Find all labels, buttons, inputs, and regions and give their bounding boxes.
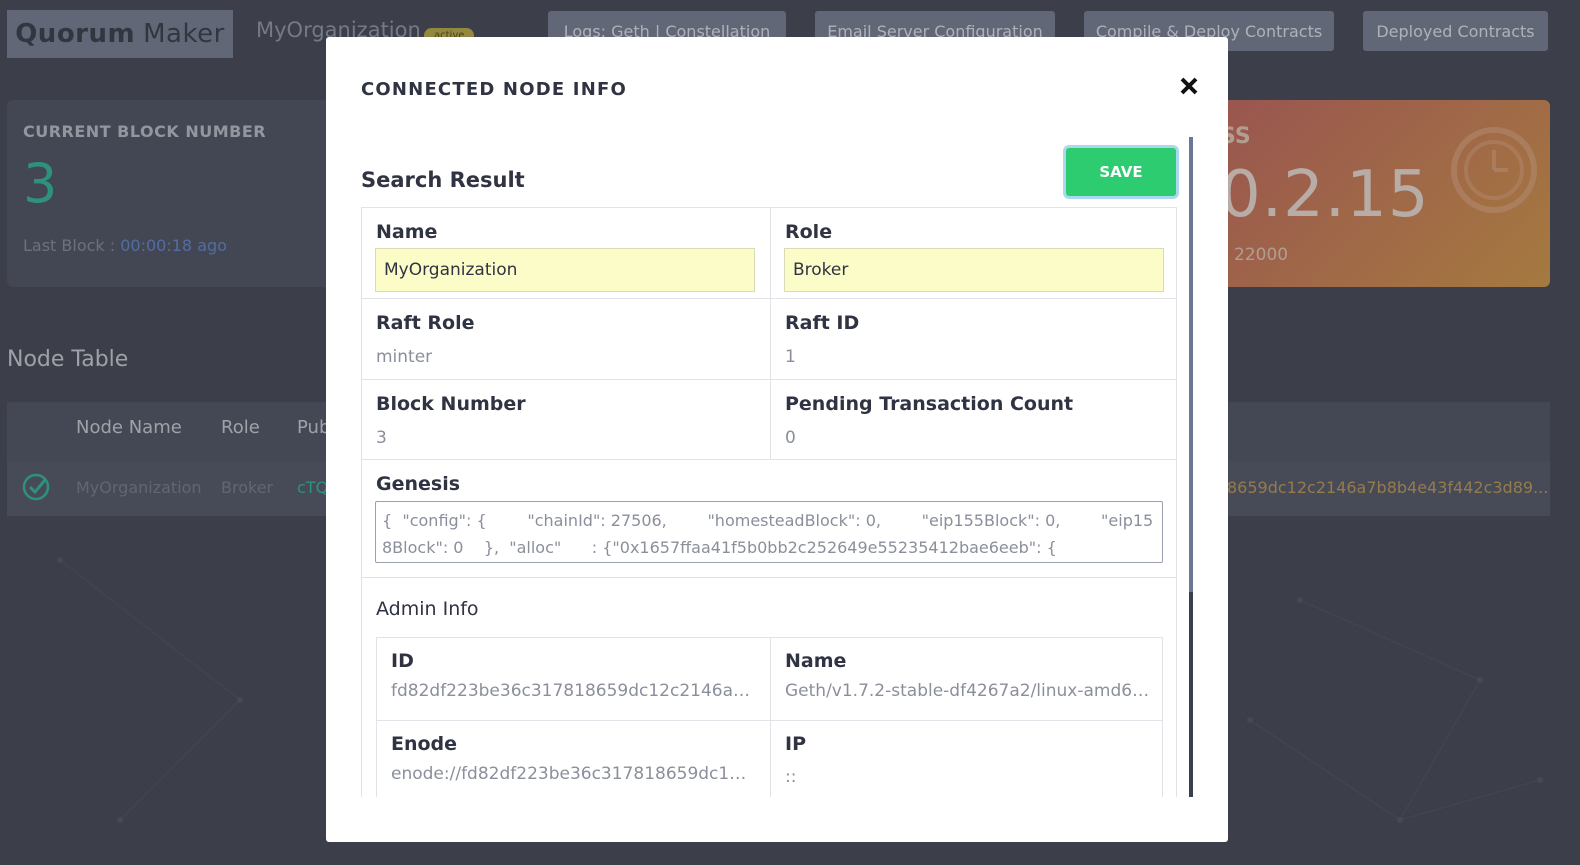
admin-ip-cell: IP :: [770, 721, 1163, 797]
admin-name-label: Name [785, 650, 847, 672]
raft-id-cell: Raft ID 1 [770, 299, 1176, 380]
pending-tx-value: 0 [785, 428, 796, 448]
raft-role-label: Raft Role [376, 312, 475, 334]
raft-id-value: 1 [785, 347, 796, 367]
admin-name-cell: Name Geth/v1.7.2-stable-df4267a2/linux-a… [770, 638, 1163, 721]
admin-id-label: ID [391, 650, 414, 672]
admin-info-section: Admin Info ID fd82df223be36c317818659dc1… [362, 578, 1176, 797]
block-number-field-value: 3 [376, 428, 387, 448]
close-icon[interactable] [1178, 75, 1200, 97]
modal-scrollbar-thumb[interactable] [1189, 137, 1193, 592]
genesis-cell: Genesis { "config": { "chainId": 27506, … [362, 460, 1176, 578]
save-button[interactable]: SAVE [1066, 148, 1176, 196]
admin-ip-value: :: [785, 767, 797, 787]
role-input[interactable]: Broker [784, 248, 1164, 292]
role-cell: Role Broker [770, 208, 1176, 299]
admin-id-cell: ID fd82df223be36c317818659dc12c2146a7b..… [377, 638, 770, 721]
admin-enode-cell: Enode enode://fd82df223be36c317818659dc1… [377, 721, 770, 797]
pending-tx-cell: Pending Transaction Count 0 [770, 380, 1176, 460]
genesis-label: Genesis [376, 473, 461, 495]
modal-scrollbar-lower [1189, 592, 1193, 797]
modal-title: CONNECTED NODE INFO [361, 79, 627, 100]
search-result-title: Search Result [361, 168, 525, 192]
pending-tx-label: Pending Transaction Count [785, 393, 1074, 415]
admin-id-value: fd82df223be36c317818659dc12c2146a7b... [391, 681, 756, 701]
admin-info-grid: ID fd82df223be36c317818659dc12c2146a7b..… [376, 637, 1163, 797]
name-input[interactable]: MyOrganization [375, 248, 755, 292]
node-info-grid: Name MyOrganization Role Broker Raft Rol… [361, 207, 1177, 797]
block-number-cell: Block Number 3 [362, 380, 770, 460]
raft-id-label: Raft ID [785, 312, 860, 334]
admin-ip-label: IP [785, 733, 806, 755]
admin-name-value: Geth/v1.7.2-stable-df4267a2/linux-amd64/… [785, 681, 1150, 701]
admin-enode-label: Enode [391, 733, 458, 755]
name-label: Name [376, 221, 438, 243]
genesis-textarea[interactable]: { "config": { "chainId": 27506, "homeste… [375, 501, 1163, 563]
name-cell: Name MyOrganization [362, 208, 770, 299]
block-number-label: Block Number [376, 393, 526, 415]
connected-node-info-modal: CONNECTED NODE INFO Search Result SAVE N… [326, 37, 1228, 842]
admin-enode-value: enode://fd82df223be36c317818659dc12c... [391, 764, 756, 784]
raft-role-value: minter [376, 347, 433, 367]
raft-role-cell: Raft Role minter [362, 299, 770, 380]
role-label: Role [785, 221, 833, 243]
admin-info-title: Admin Info [376, 598, 479, 620]
